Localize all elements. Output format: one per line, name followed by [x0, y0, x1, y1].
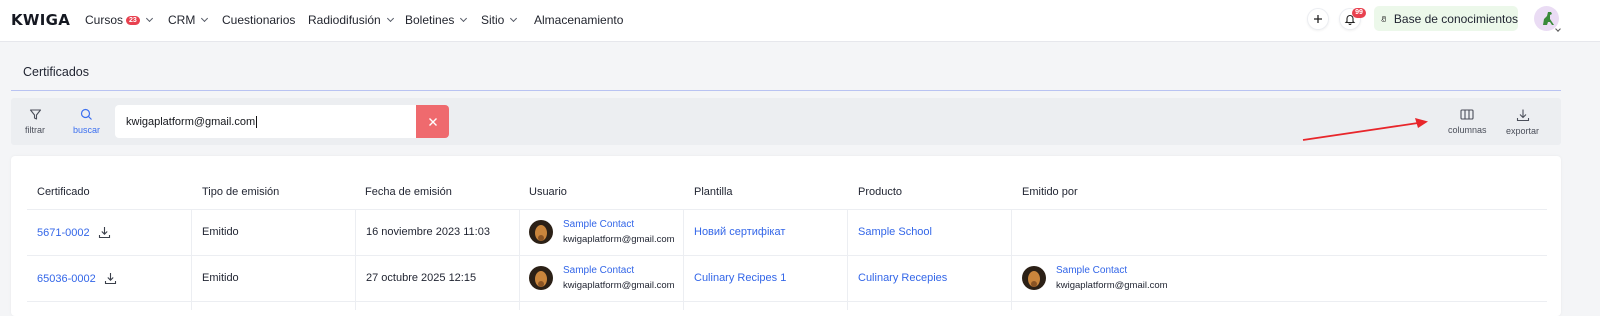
nav-item-label: Almacenamiento [534, 13, 624, 27]
nav-item-cuestionarios[interactable]: Cuestionarios [222, 13, 295, 27]
column-divider [191, 210, 192, 310]
issuer-name-link[interactable]: Sample Contact [1056, 265, 1127, 276]
certificate-number: 65036-0002 [37, 272, 96, 285]
text-cursor [256, 116, 258, 129]
brand-logo[interactable]: KWIGA [11, 11, 70, 29]
issuer-email: kwigaplatform@gmail.com [1056, 280, 1168, 291]
nav-item-label: Cuestionarios [222, 13, 296, 27]
page-title: Certificados [23, 65, 89, 79]
search-input[interactable]: kwigaplatform@gmail.com [115, 105, 417, 138]
column-header-issue-date[interactable]: Fecha de emisión [365, 186, 452, 198]
chevron-down-icon [386, 14, 394, 23]
search-label: buscar [73, 125, 101, 135]
book-icon [1381, 16, 1386, 22]
filter-label: filtrar [25, 125, 45, 135]
column-header-issue-type[interactable]: Tipo de emisión [202, 186, 279, 198]
nav-item-label: Radiodifusión [308, 13, 381, 27]
annotation-arrow [1302, 118, 1428, 141]
column-header-product[interactable]: Producto [858, 186, 902, 198]
row-divider [27, 255, 1547, 256]
dog-avatar-icon [535, 225, 547, 241]
dog-avatar-icon [535, 271, 547, 287]
column-header-user[interactable]: Usuario [529, 186, 567, 198]
chevron-down-icon [145, 14, 153, 23]
nav-item-cursos[interactable]: Cursos 23 [85, 13, 153, 27]
notifications-badge: 99 [1352, 8, 1366, 18]
user-avatar [529, 266, 553, 290]
issue-date: 16 noviembre 2023 11:03 [366, 226, 490, 238]
dog-avatar-icon [1028, 271, 1040, 287]
row-divider [27, 209, 1547, 210]
column-divider [683, 210, 684, 310]
certificate-link[interactable]: 5671-0002 [37, 226, 111, 239]
nav-item-sitio[interactable]: Sitio [481, 13, 518, 27]
column-divider [1011, 210, 1012, 310]
certificate-link[interactable]: 65036-0002 [37, 272, 117, 285]
user-email: kwigaplatform@gmail.com [563, 280, 675, 291]
nav-item-crm[interactable]: CRM [168, 13, 209, 27]
filter-icon [29, 109, 41, 120]
product-link[interactable]: Sample School [858, 226, 932, 238]
user-avatar [529, 220, 553, 244]
template-link[interactable]: Новий сертифікат [694, 226, 785, 238]
filter-button[interactable]: filtrar [25, 108, 45, 135]
courses-count-badge: 23 [126, 15, 140, 25]
issue-date: 27 octubre 2025 12:15 [366, 272, 477, 284]
row-divider [27, 301, 1547, 302]
column-header-certificate[interactable]: Certificado [37, 186, 90, 198]
nav-item-label: CRM [168, 13, 196, 27]
add-button[interactable] [1307, 8, 1329, 30]
clear-search-button[interactable] [416, 105, 449, 138]
template-link[interactable]: Culinary Recipes 1 [694, 272, 786, 284]
search-button[interactable]: buscar [73, 108, 100, 135]
issue-type: Emitido [202, 226, 239, 238]
knowledge-base-button[interactable]: Base de conocimientos [1374, 6, 1518, 31]
nav-item-radiodifusion[interactable]: Radiodifusión [308, 13, 394, 27]
certificate-number: 5671-0002 [37, 226, 90, 239]
column-divider [519, 210, 520, 310]
knowledge-base-label: Base de conocimientos [1393, 11, 1518, 26]
chevron-down-icon [510, 14, 518, 23]
search-icon [80, 108, 92, 120]
chevron-down-icon [1555, 26, 1561, 32]
download-icon[interactable] [104, 272, 117, 285]
chevron-down-icon [460, 14, 468, 23]
product-link[interactable]: Culinary Recepies [858, 272, 947, 284]
export-button[interactable]: exportar [1506, 108, 1539, 136]
close-icon [428, 117, 437, 126]
user-name-link[interactable]: Sample Contact [563, 265, 634, 276]
download-icon [1516, 109, 1529, 122]
issuer-avatar [1022, 266, 1046, 290]
nav-item-boletines[interactable]: Boletines [405, 13, 468, 27]
columns-icon [1460, 109, 1474, 120]
columns-label: columnas [1448, 125, 1487, 135]
nav-item-label: Sitio [481, 13, 505, 27]
column-divider [847, 210, 848, 310]
export-label: exportar [1506, 126, 1540, 136]
column-header-template[interactable]: Plantilla [694, 186, 733, 198]
nav-item-label: Boletines [405, 13, 455, 27]
search-input-value: kwigaplatform@gmail.com [126, 116, 256, 128]
chevron-down-icon [201, 14, 209, 23]
top-navigation-bar: KWIGA Cursos 23 CRM Cuestionarios Radiod… [0, 0, 1600, 42]
plus-icon [1314, 15, 1322, 23]
column-divider [355, 210, 356, 310]
nav-item-label: Cursos [85, 13, 124, 27]
divider [11, 90, 1561, 91]
column-header-issued-by[interactable]: Emitido por [1022, 186, 1078, 198]
download-icon[interactable] [98, 226, 111, 239]
issue-type: Emitido [202, 272, 239, 284]
nav-item-almacenamiento[interactable]: Almacenamiento [534, 13, 623, 27]
user-name-link[interactable]: Sample Contact [563, 219, 634, 230]
columns-button[interactable]: columnas [1448, 108, 1487, 135]
user-email: kwigaplatform@gmail.com [563, 234, 675, 245]
certificates-table [11, 156, 1561, 316]
